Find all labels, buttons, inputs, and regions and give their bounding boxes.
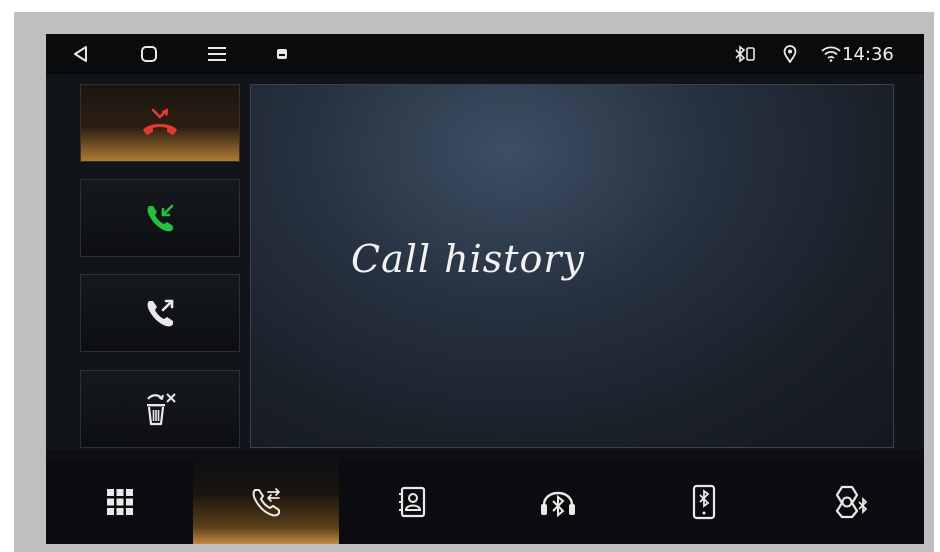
main-area: Call history xyxy=(46,74,924,450)
status-bar: 14:36 xyxy=(46,34,924,74)
tab-bt-music[interactable] xyxy=(485,460,631,544)
tab-call-log[interactable] xyxy=(193,460,339,544)
back-icon[interactable] xyxy=(66,34,96,74)
menu-icon[interactable] xyxy=(202,34,232,74)
incoming-call-icon xyxy=(143,201,177,235)
bluetooth-headphones-icon xyxy=(538,485,578,519)
trash-icon xyxy=(142,391,178,427)
bluetooth-phone-icon xyxy=(732,34,758,74)
clock: 14:36 xyxy=(842,43,894,65)
grid-icon xyxy=(105,487,135,517)
head-unit-screen: 14:36 Call history xyxy=(46,34,924,544)
tab-bt-settings[interactable] xyxy=(777,460,924,544)
received-calls-button[interactable] xyxy=(80,179,240,257)
missed-calls-button[interactable] xyxy=(80,84,240,162)
location-icon xyxy=(780,34,800,74)
wifi-icon xyxy=(820,34,842,74)
notification-icon xyxy=(272,34,292,74)
tab-bt-devices[interactable] xyxy=(631,460,777,544)
delete-history-button[interactable] xyxy=(80,370,240,448)
tab-contacts[interactable] xyxy=(339,460,485,544)
home-icon[interactable] xyxy=(134,34,164,74)
contacts-icon xyxy=(397,486,427,518)
missed-call-icon xyxy=(140,106,180,140)
bluetooth-settings-icon xyxy=(831,484,871,520)
tab-dialpad[interactable] xyxy=(46,460,193,544)
bluetooth-phone-icon xyxy=(691,484,717,520)
device-frame: 14:36 Call history xyxy=(0,0,940,552)
outgoing-call-icon xyxy=(143,296,177,330)
bottom-tab-bar xyxy=(46,460,924,544)
panel-title: Call history xyxy=(351,237,586,281)
call-transfer-icon xyxy=(249,485,283,519)
dialed-calls-button[interactable] xyxy=(80,274,240,352)
call-history-panel: Call history xyxy=(250,84,894,448)
